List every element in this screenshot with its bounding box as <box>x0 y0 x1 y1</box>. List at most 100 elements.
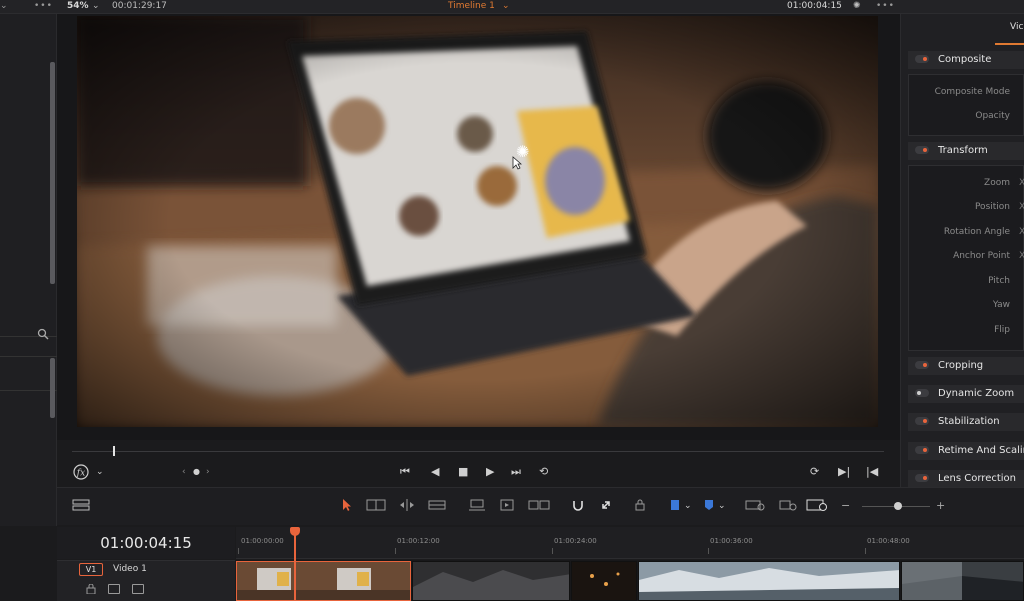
search-icon[interactable] <box>37 328 49 340</box>
section-label: Stabilization <box>938 416 1000 427</box>
param-value-x[interactable]: X <box>1019 178 1024 188</box>
blade-tool-icon[interactable] <box>428 499 446 511</box>
more-options-icon[interactable]: ••• <box>34 0 53 14</box>
track-name[interactable]: Video 1 <box>113 564 147 574</box>
tab-video[interactable]: Vic <box>1010 22 1023 32</box>
panel-divider <box>0 356 57 357</box>
section-composite[interactable]: Composite <box>908 51 1024 69</box>
stop-icon[interactable]: ■ <box>458 465 468 479</box>
toggle-on-icon[interactable] <box>915 55 929 63</box>
viewer-zoom-level[interactable]: 54% <box>67 0 89 14</box>
chevron-down-icon[interactable]: ⌄ <box>718 499 726 513</box>
lock-icon[interactable] <box>85 584 97 594</box>
chevron-down-icon[interactable]: ⌄ <box>502 0 510 14</box>
timeline-title[interactable]: Timeline 1 <box>448 0 495 14</box>
zoom-full-icon[interactable] <box>745 499 767 511</box>
toggle-on-icon[interactable] <box>915 446 929 454</box>
snapping-icon[interactable] <box>570 499 586 511</box>
insert-clip-icon[interactable] <box>467 499 487 511</box>
toggle-on-icon[interactable] <box>915 146 929 154</box>
scrollbar-thumb[interactable] <box>50 62 55 284</box>
clip-thumbnail <box>572 562 636 600</box>
section-label: Dynamic Zoom <box>938 388 1015 399</box>
section-lens-correction[interactable]: Lens Correction <box>908 470 1024 488</box>
section-stabilization[interactable]: Stabilization <box>908 413 1024 431</box>
chevron-down-icon[interactable]: ⌄ <box>0 0 9 14</box>
ruler-label: 01:00:00:00 <box>241 537 284 545</box>
section-label: Transform <box>938 145 988 156</box>
effects-fx-icon[interactable]: fx <box>73 464 91 480</box>
timeline-clip[interactable] <box>236 561 411 601</box>
ruler-label: 01:00:24:00 <box>554 537 597 545</box>
timeline-clip[interactable] <box>901 561 1024 601</box>
ruler-tick <box>238 548 239 554</box>
timeline-playhead[interactable] <box>294 531 296 601</box>
flag-icon[interactable] <box>668 499 682 511</box>
chevron-right-icon[interactable]: › <box>206 465 210 479</box>
replace-clip-icon[interactable] <box>528 499 550 511</box>
go-to-end-icon[interactable]: ⏭ <box>511 465 521 479</box>
toggle-on-icon[interactable] <box>915 417 929 425</box>
dot-indicator-icon: ● <box>193 467 200 476</box>
loop-icon[interactable]: ⟲ <box>539 465 548 479</box>
chevron-down-icon[interactable]: ⌄ <box>92 0 100 14</box>
param-zoom: Zoom <box>984 178 1010 188</box>
selection-tool-icon[interactable] <box>340 499 354 511</box>
track-badge[interactable]: V1 <box>79 563 103 576</box>
step-back-icon[interactable]: ◀ <box>431 465 439 479</box>
chevron-down-icon[interactable]: ⌄ <box>96 465 104 479</box>
sparkle-icon[interactable]: ✺ <box>853 0 861 14</box>
zoom-in-icon[interactable]: + <box>936 499 945 513</box>
param-value-x[interactable]: X <box>1019 227 1024 237</box>
param-anchor-point: Anchor Point <box>953 251 1010 261</box>
timeline-clip[interactable] <box>571 561 637 601</box>
toggle-on-icon[interactable] <box>915 361 929 369</box>
section-transform[interactable]: Transform <box>908 142 1024 160</box>
timeline-zoom-knob[interactable] <box>894 502 902 510</box>
marker-icon[interactable] <box>702 499 716 511</box>
param-pitch: Pitch <box>988 276 1010 286</box>
video-frame-image <box>77 16 878 427</box>
viewer-scrubber[interactable] <box>72 451 884 452</box>
param-opacity: Opacity <box>975 111 1010 121</box>
param-composite-mode: Composite Mode <box>934 87 1010 97</box>
ruler-tick <box>708 548 709 554</box>
clip-thumbnail <box>237 562 410 600</box>
scrollbar-thumb[interactable] <box>50 358 55 418</box>
timeline-timecode[interactable]: 01:00:04:15 <box>57 527 235 559</box>
section-dynamic-zoom[interactable]: Dynamic Zoom <box>908 385 1024 403</box>
previous-edit-icon[interactable]: |◀ <box>866 465 878 479</box>
param-rotation-angle: Rotation Angle <box>943 227 1010 237</box>
zoom-detail-icon[interactable] <box>779 499 799 511</box>
go-to-start-icon[interactable]: ⏮ <box>400 465 410 479</box>
lock-icon[interactable] <box>633 499 647 511</box>
param-position: Position <box>974 202 1010 212</box>
chevron-left-icon[interactable]: ‹ <box>182 465 186 479</box>
param-value-x[interactable]: X <box>1019 202 1024 212</box>
section-retime-and-scaling[interactable]: Retime And Scaling <box>908 442 1024 460</box>
trim-tool-icon[interactable] <box>366 499 386 511</box>
more-options-icon[interactable]: ••• <box>876 0 895 14</box>
timeline-view-options-icon[interactable] <box>72 499 90 511</box>
toggle-on-icon[interactable] <box>915 474 929 482</box>
param-value-x[interactable]: X <box>1019 251 1024 261</box>
zoom-out-icon[interactable]: − <box>841 499 850 513</box>
toggle-off-icon[interactable] <box>915 389 929 397</box>
overwrite-clip-icon[interactable] <box>498 499 516 511</box>
next-edit-icon[interactable]: ▶| <box>838 465 850 479</box>
timeline-clip[interactable] <box>638 561 900 601</box>
auto-select-icon[interactable] <box>108 584 120 594</box>
match-frame-icon[interactable]: ⟳ <box>810 465 819 479</box>
ruler-label: 01:00:36:00 <box>710 537 753 545</box>
section-cropping[interactable]: Cropping <box>908 357 1024 375</box>
chevron-down-icon[interactable]: ⌄ <box>684 499 692 513</box>
linked-selection-icon[interactable] <box>600 499 616 511</box>
play-icon[interactable]: ▶ <box>486 465 494 479</box>
monitor-icon[interactable] <box>132 584 144 594</box>
viewer-playhead[interactable] <box>113 446 115 456</box>
timeline-clip[interactable] <box>412 561 570 601</box>
video-preview[interactable] <box>77 16 878 427</box>
zoom-custom-icon[interactable] <box>806 499 830 511</box>
dynamic-trim-icon[interactable] <box>398 499 416 511</box>
section-label: Lens Correction <box>938 473 1017 484</box>
